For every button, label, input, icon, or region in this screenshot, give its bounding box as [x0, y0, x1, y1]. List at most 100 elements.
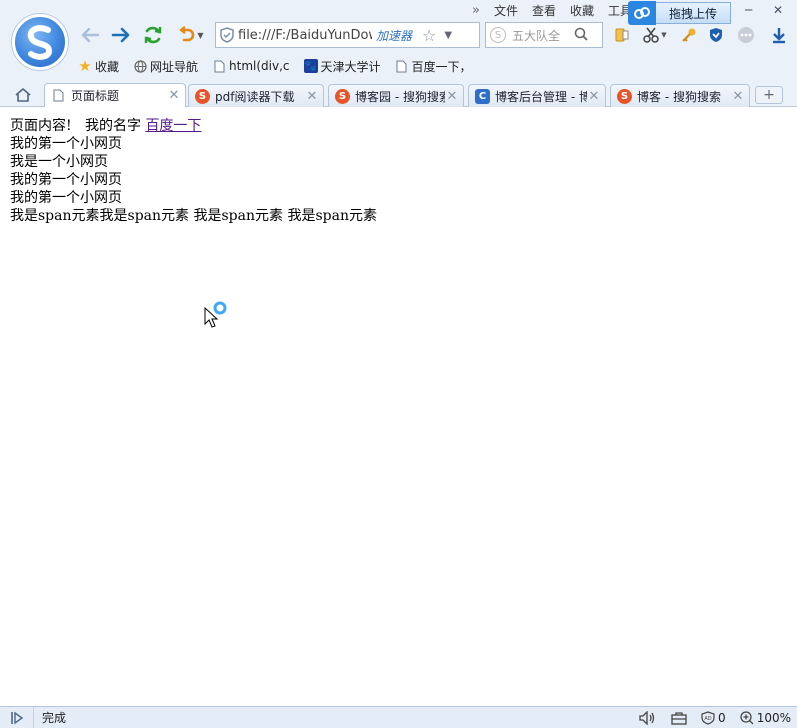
- sogou-icon: S: [195, 88, 210, 104]
- tab-blog-admin[interactable]: C 博客后台管理 - 博客园 ✕: [468, 84, 606, 107]
- baidu-link[interactable]: 百度一下: [145, 118, 201, 134]
- tab-label: 博客 - 搜狗搜索: [637, 89, 721, 104]
- bookmark-label: html(div,c: [229, 59, 290, 73]
- content-line: 我的第一个小网页: [10, 172, 122, 188]
- content-text: 页面内容! 我的名字: [10, 118, 146, 134]
- bookmarks-bar: ★ 收藏 网址导航 html(div,c 🐾 天津大学计 百度一下，: [78, 56, 472, 76]
- search-icon[interactable]: [574, 27, 588, 44]
- content-line-1: 页面内容! 我的名字 百度一下: [10, 117, 377, 135]
- security-shield-icon[interactable]: [706, 25, 726, 45]
- tab-strip: 页面标题 ✕ S pdf阅读器下载 ✕ S 博客园 - 搜狗搜索 ✕ C 博客后…: [0, 82, 797, 107]
- bookmark-tju[interactable]: 🐾 天津大学计: [303, 58, 381, 75]
- star-icon: ★: [78, 57, 92, 75]
- minimize-icon[interactable]: ─: [745, 3, 752, 17]
- bookmark-nav[interactable]: 网址导航: [133, 58, 198, 75]
- star-icon[interactable]: ☆: [422, 26, 436, 45]
- tab-label: 博客园 - 搜狗搜索: [355, 89, 445, 104]
- play-sidebar-icon: [10, 711, 23, 724]
- tab-pdf-reader[interactable]: S pdf阅读器下载 ✕: [188, 84, 324, 107]
- page-content: 页面内容! 我的名字 百度一下 我的第一个小网页 我是一个小网页 我的第一个小网…: [10, 117, 377, 225]
- browser-logo[interactable]: [12, 14, 68, 70]
- content-line: 我的第一个小网页: [10, 136, 122, 152]
- chevron-down-icon: ▼: [197, 30, 204, 40]
- accelerator-button[interactable]: 加速器: [376, 27, 412, 44]
- sidebar-toggle-icon[interactable]: [612, 25, 632, 45]
- shield-icon: [216, 27, 238, 43]
- span-element: 我是span元素: [189, 208, 283, 224]
- close-icon[interactable]: ✕: [445, 89, 459, 104]
- tab-label: 页面标题: [71, 89, 120, 103]
- sidebar-expand-button[interactable]: [0, 707, 34, 728]
- menu-favorites[interactable]: 收藏: [570, 2, 594, 19]
- toolbox-icon[interactable]: [671, 711, 687, 725]
- page-icon: [51, 88, 66, 103]
- home-button[interactable]: [12, 85, 34, 105]
- upload-button[interactable]: 拖拽上传: [656, 2, 731, 24]
- tab-label: pdf阅读器下载: [215, 89, 295, 104]
- undo-close-tab-button[interactable]: ▼: [174, 24, 206, 46]
- close-icon[interactable]: ✕: [167, 88, 181, 103]
- bookmark-html[interactable]: html(div,c: [212, 59, 290, 73]
- zoom-in-icon: [740, 710, 754, 724]
- address-input[interactable]: file:///F:/BaiduYunDownload: [238, 28, 372, 43]
- download-icon[interactable]: [769, 25, 789, 45]
- search-input[interactable]: 五大队全: [512, 27, 574, 44]
- bookmark-baidu[interactable]: 百度一下，: [395, 58, 472, 75]
- menu-bar: » 文件 查看 收藏 工具: [472, 2, 632, 18]
- page-icon: [395, 59, 409, 73]
- forward-arrow-icon: [111, 27, 130, 43]
- menu-overflow-icon[interactable]: »: [472, 3, 480, 18]
- back-arrow-icon: [81, 27, 100, 43]
- menu-view[interactable]: 查看: [532, 2, 556, 19]
- close-icon[interactable]: ✕: [305, 89, 319, 104]
- tab-cnblogs-search[interactable]: S 博客园 - 搜狗搜索 ✕: [328, 84, 464, 107]
- close-icon[interactable]: ✕: [773, 3, 783, 17]
- content-line: 我的第一个小网页: [10, 190, 122, 206]
- refresh-button[interactable]: [142, 24, 164, 46]
- back-button[interactable]: [79, 24, 101, 46]
- more-icon[interactable]: [736, 25, 756, 45]
- sogou-icon: S: [335, 88, 350, 104]
- adblock-counter[interactable]: AD 0: [701, 711, 726, 725]
- span-line: 我是span元素我是span元素 我是span元素 我是span元素: [10, 207, 377, 225]
- upload-widget[interactable]: 拖拽上传: [628, 1, 731, 25]
- forward-button[interactable]: [110, 24, 132, 46]
- bookmark-label: 天津大学计: [320, 59, 381, 74]
- status-bar: 完成 AD 0 100%: [0, 706, 797, 728]
- bookmark-label: 网址导航: [150, 59, 199, 74]
- browser-chrome: » 文件 查看 收藏 工具 拖拽上传 ─ ✕ ▼ file:///F:/Baid…: [0, 0, 797, 107]
- content-line: 我是一个小网页: [10, 154, 108, 170]
- zoom-control[interactable]: 100%: [740, 711, 791, 725]
- tab-label: 博客后台管理 - 博客园: [495, 89, 587, 104]
- undo-icon: [180, 26, 195, 42]
- address-bar[interactable]: file:///F:/BaiduYunDownload 加速器 ☆ ▼: [215, 22, 480, 48]
- span-element: 我是span元素: [99, 208, 190, 224]
- cloud-icon: [628, 1, 656, 25]
- tab-blog-search[interactable]: S 博客 - 搜狗搜索 ✕: [610, 84, 750, 107]
- bookmark-label: 收藏: [95, 59, 120, 74]
- bookmark-label: 百度一下，: [411, 59, 472, 74]
- screenshot-scissors-icon[interactable]: ▼: [640, 25, 670, 45]
- chevron-down-icon[interactable]: ▼: [444, 30, 452, 41]
- bookmark-favorites[interactable]: ★ 收藏: [78, 57, 120, 75]
- menu-file[interactable]: 文件: [494, 2, 518, 19]
- zoom-level: 100%: [756, 710, 791, 725]
- new-tab-button[interactable]: +: [755, 86, 783, 104]
- sogou-search-icon: S: [490, 27, 506, 43]
- busy-cursor-icon: [204, 300, 230, 331]
- tab-page-title[interactable]: 页面标题 ✕: [44, 83, 186, 107]
- blue-c-icon: C: [475, 88, 490, 104]
- search-box[interactable]: S 五大队全: [485, 22, 603, 48]
- globe-icon: [133, 59, 147, 73]
- close-icon[interactable]: ✕: [587, 89, 601, 104]
- sogou-icon: S: [617, 88, 632, 104]
- status-text: 完成: [42, 711, 67, 725]
- volume-icon[interactable]: [639, 710, 657, 725]
- svg-text:AD: AD: [704, 716, 711, 722]
- close-icon[interactable]: ✕: [731, 89, 745, 104]
- adblock-count: 0: [718, 710, 726, 725]
- span-element: 我是span元素: [283, 208, 377, 224]
- key-icon[interactable]: [679, 25, 699, 45]
- chevron-down-icon: ▼: [661, 31, 667, 39]
- paw-icon: 🐾: [303, 59, 318, 73]
